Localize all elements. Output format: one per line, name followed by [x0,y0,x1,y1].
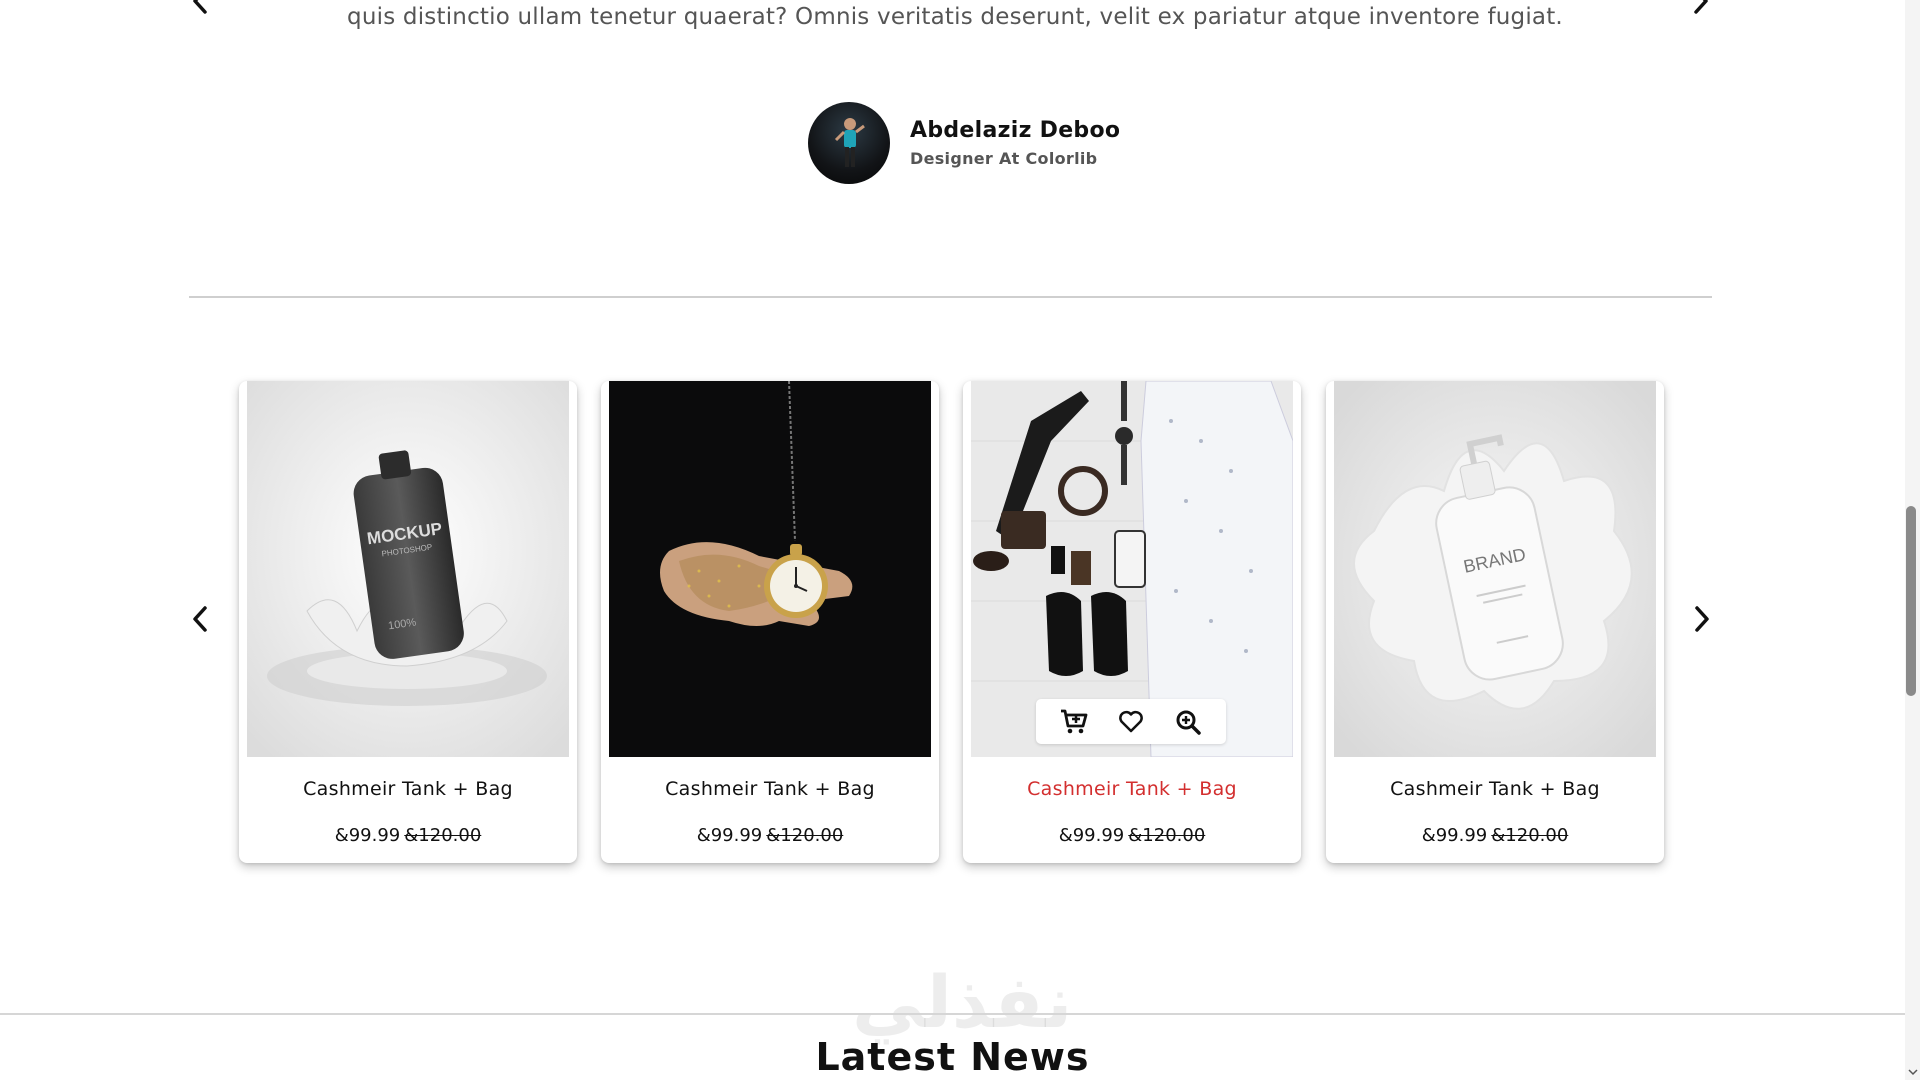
product-price: &99.99 &120.00 [239,825,577,846]
heart-icon[interactable] [1114,705,1148,739]
chevron-left-icon [193,606,207,632]
testimonial-quote: quis distinctio ullam tenetur quaerat? O… [347,4,1563,30]
current-price: &99.99 [334,825,401,846]
product-title[interactable]: Cashmeir Tank + Bag [601,778,939,800]
add-to-cart-icon[interactable] [1057,705,1091,739]
chevron-down-icon [1907,1069,1918,1076]
page: quis distinctio ullam tenetur quaerat? O… [0,0,1920,1080]
avatar [808,102,890,184]
section-divider [189,296,1712,298]
author-role: Designer At Colorlib [910,149,1098,168]
product-title[interactable]: Cashmeir Tank + Bag [963,778,1301,800]
product-price: &99.99 &120.00 [963,825,1301,846]
product-card[interactable]: BRAND Cashmeir Tank + Bag &99.99 &120.00 [1326,381,1664,863]
old-price: &120.00 [1491,825,1569,846]
product-image[interactable]: MOCKUP PHOTOSHOP 100% [247,381,569,757]
product-title[interactable]: Cashmeir Tank + Bag [1326,778,1664,800]
carousel-next-arrow[interactable] [1685,602,1719,636]
author-name: Abdelaziz Deboo [910,118,1121,143]
watermark-logo: نفذلي [852,960,1073,1044]
product-card[interactable]: Cashmeir Tank + Bag &99.99 &120.00 [963,381,1301,863]
old-price: &120.00 [1128,825,1206,846]
old-price: &120.00 [766,825,844,846]
product-price: &99.99 &120.00 [601,825,939,846]
zoom-in-icon[interactable] [1171,705,1205,739]
product-card[interactable]: MOCKUP PHOTOSHOP 100% Cashmeir Tank + Ba… [239,381,577,863]
scroll-down-arrow[interactable] [1905,1064,1920,1080]
scrollbar-thumb[interactable] [1906,506,1916,696]
product-card[interactable]: Cashmeir Tank + Bag &99.99 &120.00 [601,381,939,863]
current-price: &99.99 [696,825,763,846]
current-price: &99.99 [1421,825,1488,846]
product-price: &99.99 &120.00 [1326,825,1664,846]
chevron-right-icon [1695,606,1709,632]
product-actions-bar [1036,699,1226,744]
testimonial-author: Abdelaziz Deboo Designer At Colorlib [808,102,1120,184]
product-image[interactable]: BRAND [1334,381,1656,757]
old-price: &120.00 [404,825,482,846]
news-divider [0,1013,1905,1015]
product-title[interactable]: Cashmeir Tank + Bag [239,778,577,800]
product-image[interactable] [609,381,931,757]
current-price: &99.99 [1058,825,1125,846]
carousel-prev-arrow[interactable] [183,602,217,636]
latest-news-title: Latest News [815,1035,1090,1079]
